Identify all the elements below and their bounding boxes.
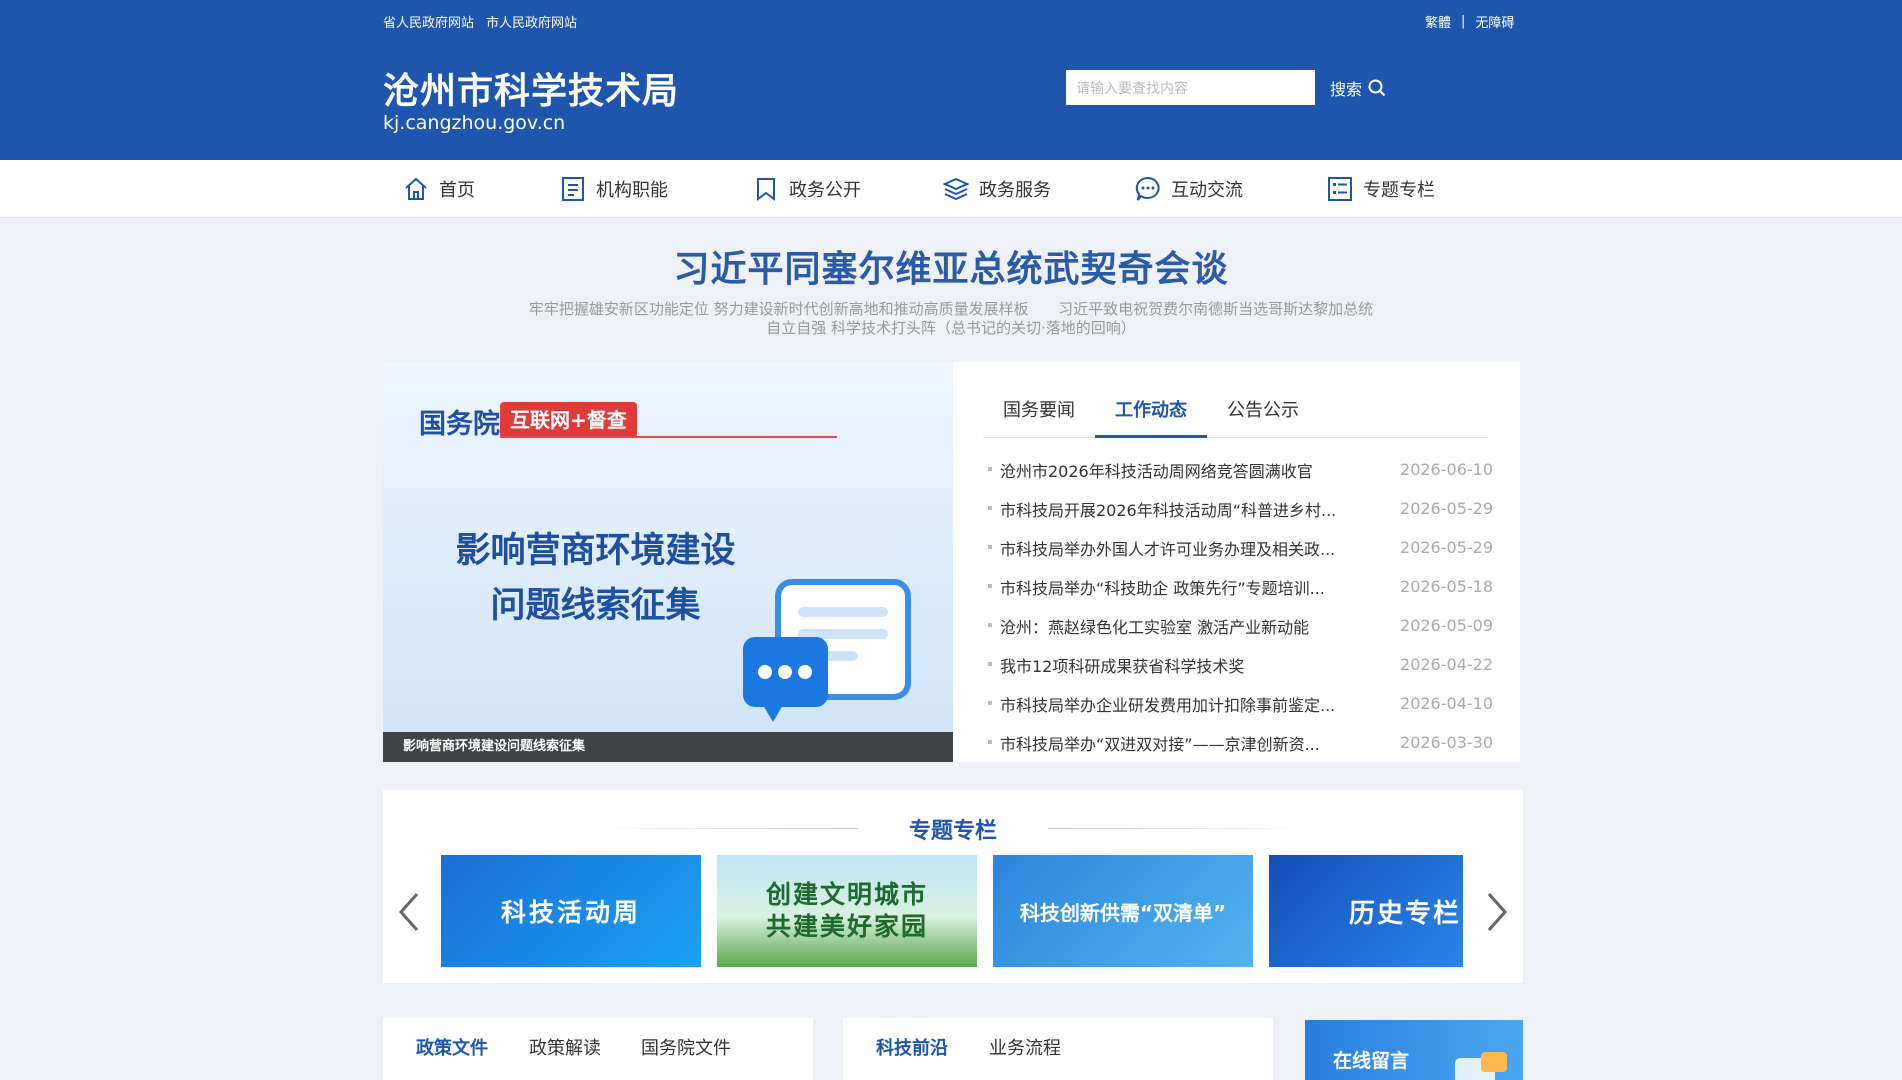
banner-label: 创建文明城市 bbox=[765, 880, 928, 909]
tech-card: 科技前沿 业务流程 bbox=[843, 1018, 1273, 1080]
headline-sub-link[interactable]: 自立自强 科学技术打头阵（总书记的关切·落地的回响） bbox=[0, 317, 1902, 338]
list-item[interactable]: 市科技局开展2026年科技活动周“科普进乡村... 2026-05-29 bbox=[988, 489, 1493, 528]
site-header: 省人民政府网站 市人民政府网站 繁體 | 无障碍 沧州市科学技术局 kj.can… bbox=[0, 0, 1902, 160]
top-right-links: 繁體 | 无障碍 bbox=[1425, 12, 1514, 31]
headline-sub-link[interactable]: 习近平致电祝贺费尔南德斯当选哥斯达黎加总统 bbox=[1058, 300, 1373, 318]
nav-label: 首页 bbox=[439, 180, 475, 201]
news-tabs: 国务要闻 工作动态 公告公示 bbox=[983, 382, 1488, 438]
layers-icon bbox=[943, 177, 969, 201]
tab-state-news[interactable]: 国务要闻 bbox=[983, 382, 1095, 438]
nav-label: 政务服务 bbox=[979, 180, 1051, 201]
province-gov-link[interactable]: 省人民政府网站 bbox=[383, 12, 474, 31]
banner-label-2: 共建美好家园 bbox=[765, 912, 928, 941]
nav-label: 政务公开 bbox=[789, 180, 861, 201]
topic-title: 专题专栏 bbox=[908, 819, 997, 844]
news-title: 沧州：燕赵绿色化工实验室 激活产业新动能 bbox=[988, 614, 1309, 638]
banner-tech-week[interactable]: 科技活动周 bbox=[441, 855, 701, 967]
nav-label: 互动交流 bbox=[1171, 180, 1243, 201]
list-item[interactable]: 我市12项科研成果获省科学技术奖 2026-04-22 bbox=[988, 645, 1493, 684]
message-bubbles-icon bbox=[743, 579, 911, 722]
document-icon bbox=[562, 177, 584, 201]
list-item[interactable]: 沧州：燕赵绿色化工实验室 激活产业新动能 2026-05-09 bbox=[988, 606, 1493, 645]
banner-innovation-lists[interactable]: 科技创新供需“双清单” bbox=[993, 855, 1253, 967]
news-date: 2026-05-29 bbox=[1400, 538, 1493, 557]
site-title[interactable]: 沧州市科学技术局 bbox=[383, 62, 679, 114]
news-date: 2026-05-29 bbox=[1400, 499, 1493, 518]
tab-work-updates[interactable]: 工作动态 bbox=[1095, 382, 1207, 438]
chat-icon bbox=[1135, 176, 1160, 201]
nav-item-services[interactable]: 政务服务 bbox=[943, 172, 1051, 206]
city-gov-link[interactable]: 市人民政府网站 bbox=[486, 12, 577, 31]
news-date: 2026-03-30 bbox=[1400, 733, 1493, 752]
search-button[interactable]: 搜索 bbox=[1320, 70, 1396, 105]
online-message-card[interactable]: 在线留言 bbox=[1305, 1020, 1523, 1080]
message-illustration-icon bbox=[1455, 1052, 1507, 1080]
banner-civilized-city[interactable]: 创建文明城市 共建美好家园 bbox=[717, 855, 977, 967]
policy-card: 政策文件 政策解读 国务院文件 bbox=[383, 1018, 813, 1080]
list-item[interactable]: 市科技局举办企业研发费用加计扣除事前鉴定... 2026-04-10 bbox=[988, 684, 1493, 723]
news-date: 2026-04-10 bbox=[1400, 694, 1493, 713]
tab-policy-interpretation[interactable]: 政策解读 bbox=[511, 1034, 619, 1080]
slide-divider bbox=[500, 436, 837, 438]
slide-brand: 国务院 bbox=[419, 409, 500, 440]
carousel-prev-icon[interactable] bbox=[395, 890, 425, 934]
news-title: 沧州市2026年科技活动周网络竞答圆满收官 bbox=[988, 458, 1313, 482]
banner-label: 科技活动周 bbox=[500, 898, 641, 927]
search-button-label: 搜索 bbox=[1329, 79, 1362, 99]
banner-label: 历史专栏 bbox=[1348, 898, 1461, 929]
tab-announcements[interactable]: 公告公示 bbox=[1207, 382, 1319, 438]
news-title: 市科技局举办外国人才许可业务办理及相关政... bbox=[988, 536, 1335, 560]
news-date: 2026-06-10 bbox=[1400, 460, 1493, 479]
nav-item-interaction[interactable]: 互动交流 bbox=[1135, 172, 1243, 206]
list-item[interactable]: 市科技局举办外国人才许可业务办理及相关政... 2026-05-29 bbox=[988, 528, 1493, 567]
site-domain: kj.cangzhou.gov.cn bbox=[383, 112, 566, 134]
headline-sub-row: 牢牢把握雄安新区功能定位 努力建设新时代创新高地和推动高质量发展样板 习近平致电… bbox=[0, 298, 1902, 319]
news-title: 我市12项科研成果获省科学技术奖 bbox=[988, 653, 1244, 677]
search-input[interactable] bbox=[1066, 70, 1315, 105]
bookmark-icon bbox=[757, 178, 775, 201]
search-icon bbox=[1368, 79, 1386, 96]
nav-item-home[interactable]: 首页 bbox=[403, 172, 475, 206]
news-date: 2026-04-22 bbox=[1400, 655, 1493, 674]
banner-history[interactable]: 历史专栏 bbox=[1269, 855, 1463, 967]
list-icon bbox=[1328, 177, 1352, 201]
topic-section: 专题专栏 科技活动周 创建文明城市 共建美好家园 科技创新供需“双清单” 历史专… bbox=[383, 790, 1523, 983]
tab-business-process[interactable]: 业务流程 bbox=[971, 1034, 1079, 1080]
tab-state-council-docs[interactable]: 国务院文件 bbox=[623, 1034, 749, 1080]
news-title: 市科技局举办企业研发费用加计扣除事前鉴定... bbox=[988, 692, 1335, 716]
tab-tech-frontier[interactable]: 科技前沿 bbox=[858, 1034, 966, 1080]
list-item[interactable]: 市科技局举办“双进双对接”——京津创新资... 2026-03-30 bbox=[988, 723, 1493, 762]
slide-line-1: 影响营商环境建设 bbox=[455, 531, 736, 571]
headline-sub-link[interactable]: 牢牢把握雄安新区功能定位 努力建设新时代创新高地和推动高质量发展样板 bbox=[529, 300, 1029, 318]
slide-badge: 互联网+督查 bbox=[500, 402, 637, 438]
news-panel: 国务要闻 工作动态 公告公示 沧州市2026年科技活动周网络竞答圆满收官 2026… bbox=[953, 362, 1520, 762]
accessibility-link[interactable]: 无障碍 bbox=[1475, 12, 1514, 31]
slide-caption: 影响营商环境建设问题线索征集 bbox=[383, 732, 953, 762]
nav-item-topics[interactable]: 专题专栏 bbox=[1327, 172, 1435, 206]
news-date: 2026-05-18 bbox=[1400, 577, 1493, 596]
list-item[interactable]: 沧州市2026年科技活动周网络竞答圆满收官 2026-06-10 bbox=[988, 450, 1493, 489]
news-list: 沧州市2026年科技活动周网络竞答圆满收官 2026-06-10 市科技局开展20… bbox=[988, 450, 1493, 762]
main-nav: 首页 机构职能 政务公开 政务服务 互动交流 专题专栏 bbox=[0, 160, 1902, 218]
list-item[interactable]: 市科技局举办“科技助企 政策先行”专题培训... 2026-05-18 bbox=[988, 567, 1493, 606]
nav-label: 专题专栏 bbox=[1363, 180, 1435, 201]
tab-policy-docs[interactable]: 政策文件 bbox=[398, 1034, 506, 1080]
banner-label: 科技创新供需“双清单” bbox=[1019, 900, 1227, 925]
news-date: 2026-05-09 bbox=[1400, 616, 1493, 635]
nav-label: 机构职能 bbox=[596, 180, 668, 201]
feature-slide[interactable]: 国务院 互联网+督查 影响营商环境建设 问题线索征集 影响营商环境建设问题线索征… bbox=[383, 362, 953, 762]
nav-item-gov-affairs[interactable]: 政务公开 bbox=[753, 172, 861, 206]
online-message-label: 在线留言 bbox=[1333, 1050, 1410, 1072]
link-separator: | bbox=[1461, 14, 1466, 29]
headline-title[interactable]: 习近平同塞尔维亚总统武契奇会谈 bbox=[0, 240, 1902, 292]
top-left-links: 省人民政府网站 市人民政府网站 bbox=[383, 12, 577, 31]
news-title: 市科技局举办“双进双对接”——京津创新资... bbox=[988, 731, 1320, 755]
home-icon bbox=[405, 177, 427, 200]
news-title: 市科技局举办“科技助企 政策先行”专题培训... bbox=[988, 575, 1325, 599]
news-title: 市科技局开展2026年科技活动周“科普进乡村... bbox=[988, 497, 1336, 521]
carousel-next-icon[interactable] bbox=[1481, 890, 1511, 934]
traditional-chinese-link[interactable]: 繁體 bbox=[1425, 12, 1451, 31]
nav-item-functions[interactable]: 机构职能 bbox=[560, 172, 668, 206]
